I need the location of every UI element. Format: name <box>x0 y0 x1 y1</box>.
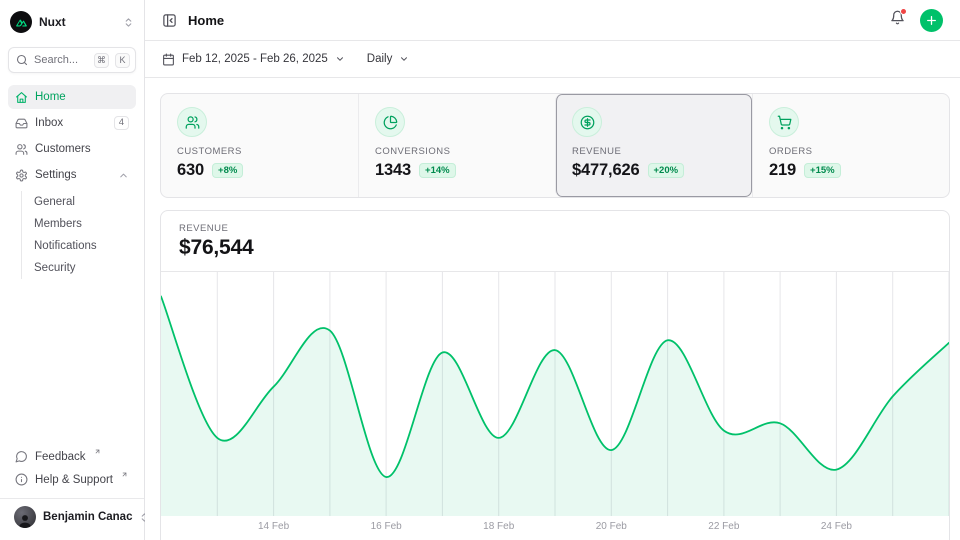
notifications-button[interactable] <box>890 10 905 30</box>
notification-dot <box>900 8 907 15</box>
filter-toolbar: Feb 12, 2025 - Feb 26, 2025 Daily <box>145 41 960 78</box>
info-icon <box>15 473 28 486</box>
sidebar-item-label: Home <box>35 91 66 103</box>
sidebar-nav: Home Inbox 4 Customers Settings <box>8 85 136 279</box>
chevron-down-icon <box>335 54 345 64</box>
cart-icon <box>769 107 799 137</box>
search-field[interactable] <box>34 54 88 66</box>
submenu-label: Members <box>34 218 82 230</box>
footer-link-label: Help & Support <box>35 474 113 486</box>
stat-delta-badge: +8% <box>212 163 243 179</box>
external-link-icon <box>94 448 101 455</box>
stat-value: $477,626 <box>572 161 640 180</box>
sidebar: Nuxt ⌘ K Home Inbo <box>0 0 145 540</box>
chevron-up-icon <box>118 170 129 181</box>
settings-submenu: General Members Notifications Security <box>21 191 136 279</box>
granularity-select[interactable]: Daily <box>367 53 410 65</box>
main-area: Home Feb 12, 2 <box>145 0 960 540</box>
stat-delta-badge: +20% <box>648 163 685 179</box>
stat-delta-badge: +15% <box>804 163 841 179</box>
footer-link-label: Feedback <box>35 451 86 463</box>
workspace-switcher[interactable]: Nuxt <box>8 8 136 36</box>
sidebar-item-inbox[interactable]: Inbox 4 <box>8 111 136 135</box>
avatar <box>14 506 36 528</box>
stat-card-conversions[interactable]: CONVERSIONS 1343 +14% <box>358 94 555 197</box>
help-support-link[interactable]: Help & Support <box>8 468 136 491</box>
chart-x-axis: 14 Feb 16 Feb 18 Feb 20 Feb 22 Feb 24 Feb <box>161 516 949 540</box>
stat-card-customers[interactable]: CUSTOMERS 630 +8% <box>161 94 358 197</box>
chevrons-up-down-icon <box>123 17 134 28</box>
chevron-down-icon <box>399 54 409 64</box>
chart-svg <box>161 272 949 516</box>
stats-strip: CUSTOMERS 630 +8% CONVERSIONS 1343 +14% <box>160 93 950 198</box>
sidebar-item-general[interactable]: General <box>22 191 136 213</box>
kbd-cmd: ⌘ <box>94 53 109 68</box>
add-button[interactable] <box>920 9 943 32</box>
sidebar-item-notifications[interactable]: Notifications <box>22 235 136 257</box>
users-icon <box>15 143 28 156</box>
dashboard-app: Nuxt ⌘ K Home Inbo <box>0 0 960 540</box>
dollar-circle-icon <box>572 107 602 137</box>
users-icon <box>177 107 207 137</box>
search-input[interactable]: ⌘ K <box>8 47 136 73</box>
header-actions <box>890 9 943 32</box>
sidebar-item-members[interactable]: Members <box>22 213 136 235</box>
stat-value: 1343 <box>375 161 411 180</box>
nuxt-logo-icon <box>10 11 32 33</box>
inbox-icon <box>15 117 28 130</box>
sidebar-spacer <box>8 279 136 445</box>
x-axis-tick-label: 18 Feb <box>483 521 514 532</box>
home-icon <box>15 91 28 104</box>
user-menu[interactable]: Benjamin Canac <box>0 498 144 532</box>
x-axis-tick-label: 20 Feb <box>596 521 627 532</box>
x-axis-tick-label: 16 Feb <box>371 521 402 532</box>
stat-label: CONVERSIONS <box>375 146 539 157</box>
revenue-area-chart[interactable] <box>161 272 949 516</box>
chart-metric-label: REVENUE <box>179 223 931 234</box>
stat-label: ORDERS <box>769 146 933 157</box>
page-header: Home <box>145 0 960 41</box>
granularity-label: Daily <box>367 53 393 65</box>
gear-icon <box>15 169 28 182</box>
inbox-count-badge: 4 <box>114 116 129 130</box>
revenue-chart-card: REVENUE $76,544 14 Feb 16 Feb 18 Feb 20 Feb… <box>160 210 950 540</box>
kbd-k: K <box>115 53 130 68</box>
date-range-picker[interactable]: Feb 12, 2025 - Feb 26, 2025 <box>162 53 345 66</box>
stat-delta-badge: +14% <box>419 163 456 179</box>
stat-label: REVENUE <box>572 146 736 157</box>
plus-icon <box>925 14 938 27</box>
x-axis-tick-label: 22 Feb <box>708 521 739 532</box>
x-axis-tick-label: 14 Feb <box>258 521 289 532</box>
user-name: Benjamin Canac <box>43 511 132 523</box>
stat-value: 630 <box>177 161 204 180</box>
submenu-label: General <box>34 196 75 208</box>
stat-value: 219 <box>769 161 796 180</box>
search-icon <box>16 54 28 66</box>
external-link-icon <box>121 471 128 478</box>
sidebar-item-home[interactable]: Home <box>8 85 136 109</box>
pie-chart-icon <box>375 107 405 137</box>
sidebar-item-security[interactable]: Security <box>22 257 136 279</box>
feedback-link[interactable]: Feedback <box>8 445 136 468</box>
sidebar-item-customers[interactable]: Customers <box>8 137 136 161</box>
chat-bubble-icon <box>15 450 28 463</box>
sidebar-item-label: Customers <box>35 143 91 155</box>
x-axis-tick-label: 24 Feb <box>821 521 852 532</box>
workspace-name: Nuxt <box>39 15 116 29</box>
submenu-label: Security <box>34 262 76 274</box>
date-range-label: Feb 12, 2025 - Feb 26, 2025 <box>182 53 328 65</box>
sidebar-item-settings[interactable]: Settings <box>8 163 136 187</box>
stat-card-orders[interactable]: ORDERS 219 +15% <box>752 94 949 197</box>
stat-card-revenue[interactable]: REVENUE $477,626 +20% <box>555 94 752 197</box>
sidebar-item-label: Inbox <box>35 117 63 129</box>
chart-header: REVENUE $76,544 <box>161 211 949 272</box>
sidebar-item-label: Settings <box>35 169 77 181</box>
page-title: Home <box>188 13 224 28</box>
calendar-icon <box>162 53 175 66</box>
panel-left-close-icon[interactable] <box>162 13 177 28</box>
submenu-label: Notifications <box>34 240 97 252</box>
chart-metric-value: $76,544 <box>179 236 931 260</box>
stat-label: CUSTOMERS <box>177 146 342 157</box>
